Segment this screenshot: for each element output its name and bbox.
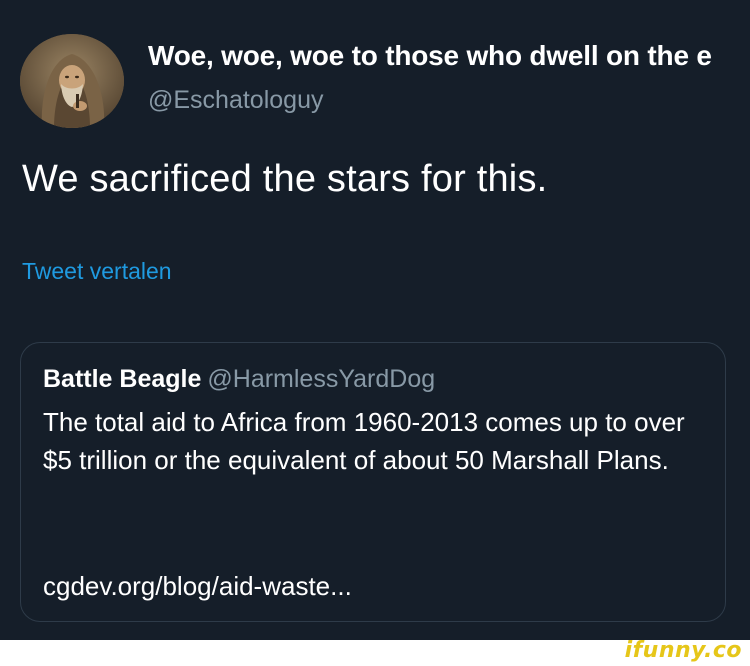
translate-tweet-link[interactable]: Tweet vertalen (22, 258, 172, 285)
quoted-author-handle: @HarmlessYardDog (207, 365, 436, 393)
monk-portrait-icon (20, 34, 124, 128)
author-display-name[interactable]: Woe, woe, woe to those who dwell on the … (148, 40, 748, 72)
quoted-tweet-card[interactable]: Battle Beagle @HarmlessYardDog The total … (20, 342, 726, 622)
ifunny-watermark: ifunny.co (624, 638, 742, 663)
author-handle[interactable]: @Eschatologuy (148, 86, 323, 115)
quoted-tweet-text: The total aid to Africa from 1960-2013 c… (43, 407, 685, 475)
author-avatar[interactable] (20, 34, 124, 128)
tweet-text: We sacrificed the stars for this. (22, 158, 548, 200)
quoted-tweet-header: Battle Beagle @HarmlessYardDog (43, 365, 435, 394)
quoted-author-name: Battle Beagle (43, 365, 202, 393)
watermark-bar: ifunny.co (0, 638, 750, 666)
quoted-tweet-link[interactable]: cgdev.org/blog/aid-waste... (43, 571, 352, 602)
tweet-screenshot: Woe, woe, woe to those who dwell on the … (0, 0, 750, 666)
